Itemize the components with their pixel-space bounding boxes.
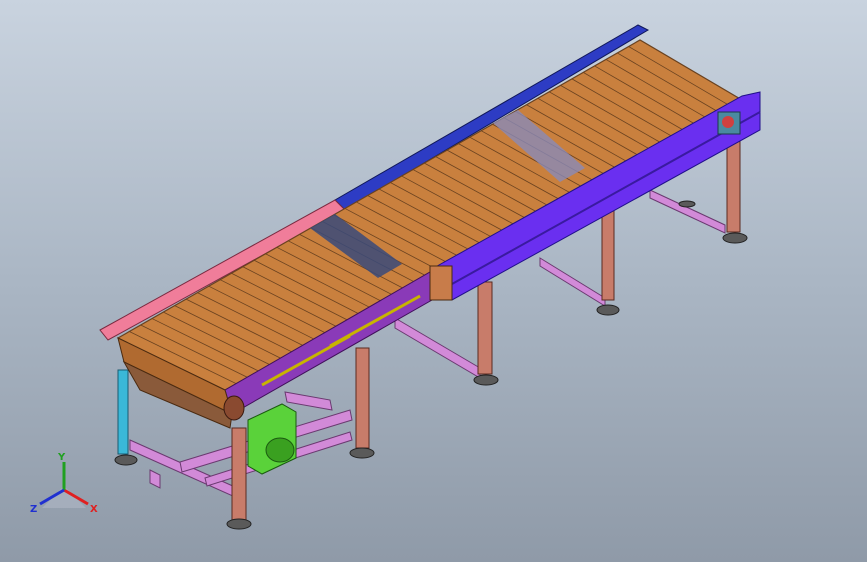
graphics-viewport[interactable]: X Y Z xyxy=(0,0,867,562)
axis-triad: X Y Z xyxy=(30,452,98,515)
conveyor-model[interactable] xyxy=(0,0,867,562)
z-axis-label: Z xyxy=(30,504,37,515)
slat-deck xyxy=(116,39,744,391)
end-bracket xyxy=(429,265,453,301)
end-post xyxy=(117,369,129,455)
y-axis-label: Y xyxy=(57,452,66,463)
x-axis-label: X xyxy=(90,504,98,515)
tail-unit xyxy=(717,111,741,135)
